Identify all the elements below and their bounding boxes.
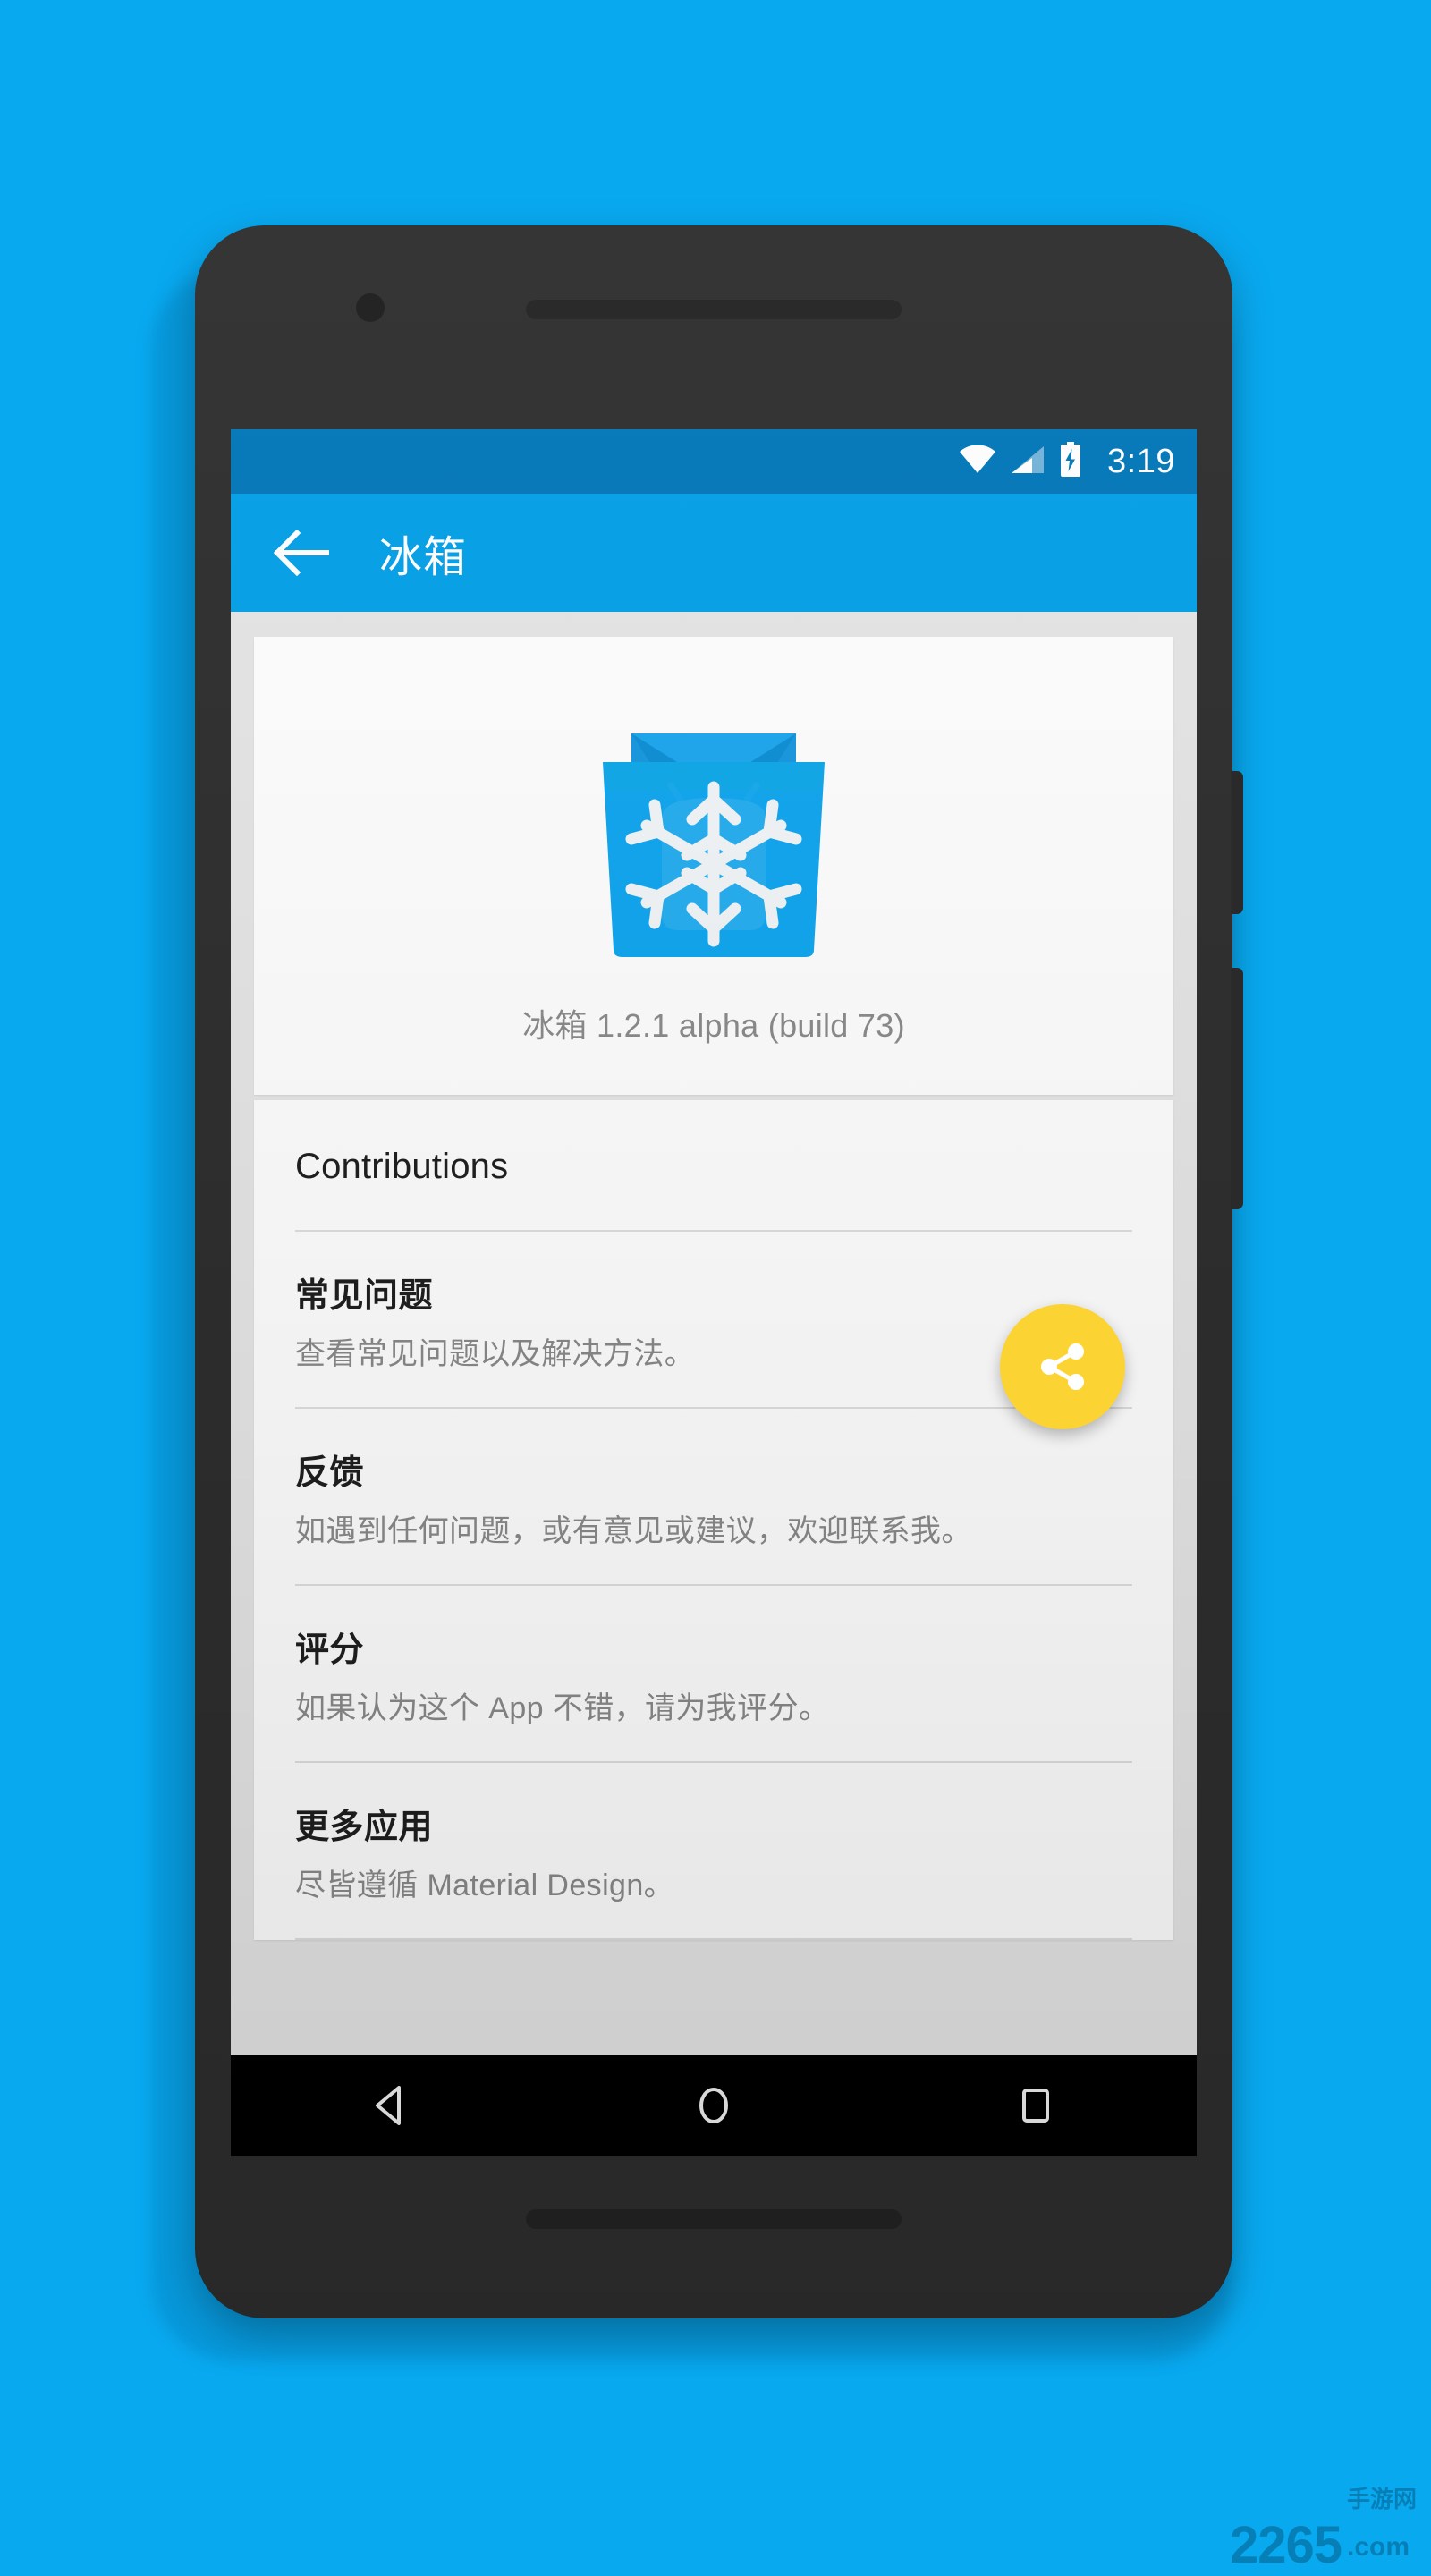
nav-home-icon[interactable] bbox=[647, 2055, 781, 2156]
earpiece-speaker bbox=[526, 300, 902, 319]
watermark-cn-text: 手游网 bbox=[1346, 2485, 1417, 2512]
app-header-card: 冰箱 1.2.1 alpha (build 73) bbox=[254, 637, 1173, 1095]
list-item-title: 更多应用 bbox=[295, 1809, 434, 1846]
cellular-signal-icon bbox=[1011, 445, 1045, 479]
power-button[interactable] bbox=[1231, 771, 1243, 914]
battery-charging-icon bbox=[1059, 441, 1082, 482]
back-arrow-icon[interactable] bbox=[263, 514, 340, 591]
phone-screen: 3:19 冰箱 冰箱 1.2.1 alpha (build 73) Contri… bbox=[231, 429, 1197, 2156]
wifi-icon bbox=[959, 444, 996, 479]
watermark-suffix-group: 手游网 .com bbox=[1347, 2486, 1417, 2569]
site-watermark: 2265 手游网 .com bbox=[1229, 2486, 1417, 2574]
bottom-speaker-grille bbox=[526, 2209, 902, 2229]
page-title: 冰箱 bbox=[379, 534, 468, 581]
list-item-title: 常见问题 bbox=[295, 1277, 434, 1315]
section-header: Contributions bbox=[295, 1147, 509, 1186]
list-item-title: 反馈 bbox=[295, 1454, 365, 1492]
list-item-subtitle: 如遇到任何问题，或有意见或建议，欢迎联系我。 bbox=[295, 1514, 972, 1548]
app-bar: 冰箱 bbox=[231, 494, 1197, 612]
share-fab-button[interactable] bbox=[1000, 1304, 1125, 1429]
status-bar-clock: 3:19 bbox=[1107, 443, 1175, 480]
contributions-card: Contributions 常见问题 查看常见问题以及解决方法。 反馈 如遇到任… bbox=[254, 1100, 1173, 1940]
status-bar-icons: 3:19 bbox=[959, 441, 1175, 482]
nav-recents-icon[interactable] bbox=[969, 2055, 1103, 2156]
list-item[interactable]: 反馈 如遇到任何问题，或有意见或建议，欢迎联系我。 bbox=[254, 1409, 1173, 1584]
android-navigation-bar bbox=[231, 2055, 1197, 2156]
phone-device-frame: 3:19 冰箱 冰箱 1.2.1 alpha (build 73) Contri… bbox=[195, 225, 1243, 2318]
divider bbox=[295, 1938, 1132, 1940]
front-camera-icon bbox=[356, 293, 385, 322]
watermark-dotcom-text: .com bbox=[1346, 2532, 1410, 2562]
watermark-main-text: 2265 bbox=[1229, 2515, 1342, 2574]
app-version-label: 冰箱 1.2.1 alpha (build 73) bbox=[522, 1007, 905, 1044]
list-item-title: 评分 bbox=[295, 1631, 365, 1669]
page-background: 3:19 冰箱 冰箱 1.2.1 alpha (build 73) Contri… bbox=[0, 0, 1431, 2576]
list-item[interactable]: 更多应用 尽皆遵循 Material Design。 bbox=[254, 1763, 1173, 1938]
status-bar: 3:19 bbox=[231, 429, 1197, 494]
list-item[interactable]: 评分 如果认为这个 App 不错，请为我评分。 bbox=[254, 1586, 1173, 1761]
freezer-bag-snowflake-icon bbox=[603, 733, 825, 957]
volume-button[interactable] bbox=[1231, 968, 1243, 1209]
share-icon bbox=[1041, 1343, 1084, 1390]
list-item-subtitle: 如果认为这个 App 不错，请为我评分。 bbox=[295, 1691, 830, 1725]
list-item-subtitle: 尽皆遵循 Material Design。 bbox=[295, 1868, 675, 1902]
nav-back-icon[interactable] bbox=[325, 2055, 459, 2156]
